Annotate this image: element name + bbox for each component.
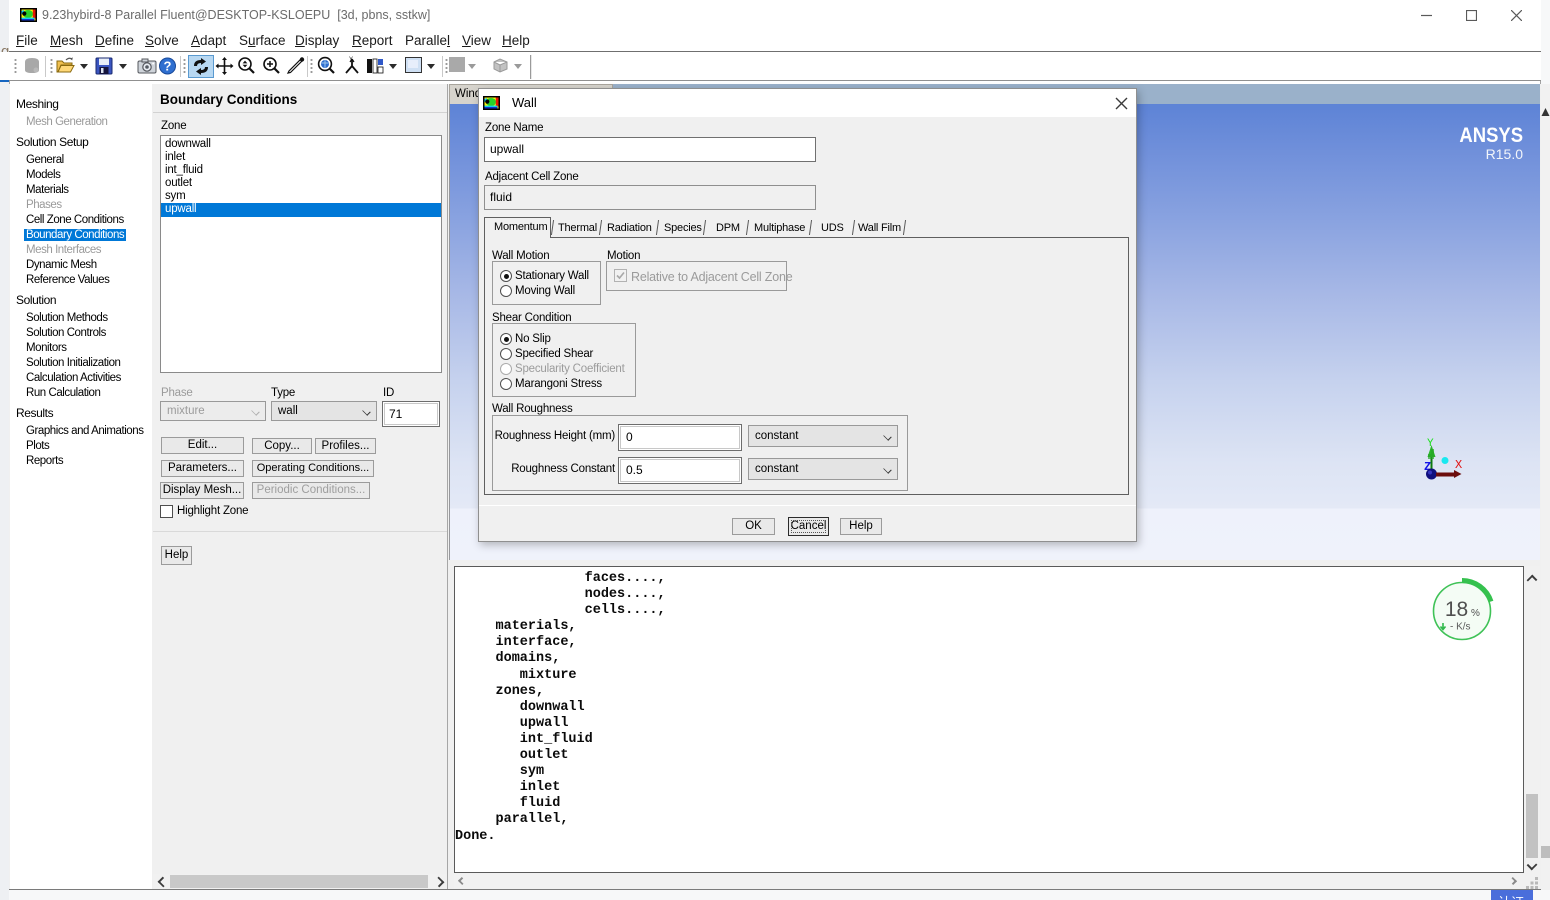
svg-text:18: 18 (1445, 598, 1468, 621)
svg-text:%: % (1471, 608, 1480, 619)
svg-text:- K/s: - K/s (1450, 622, 1471, 633)
svg-text:?: ? (164, 59, 172, 74)
svg-text:X: X (1455, 458, 1462, 472)
svg-text:Y: Y (349, 57, 353, 63)
